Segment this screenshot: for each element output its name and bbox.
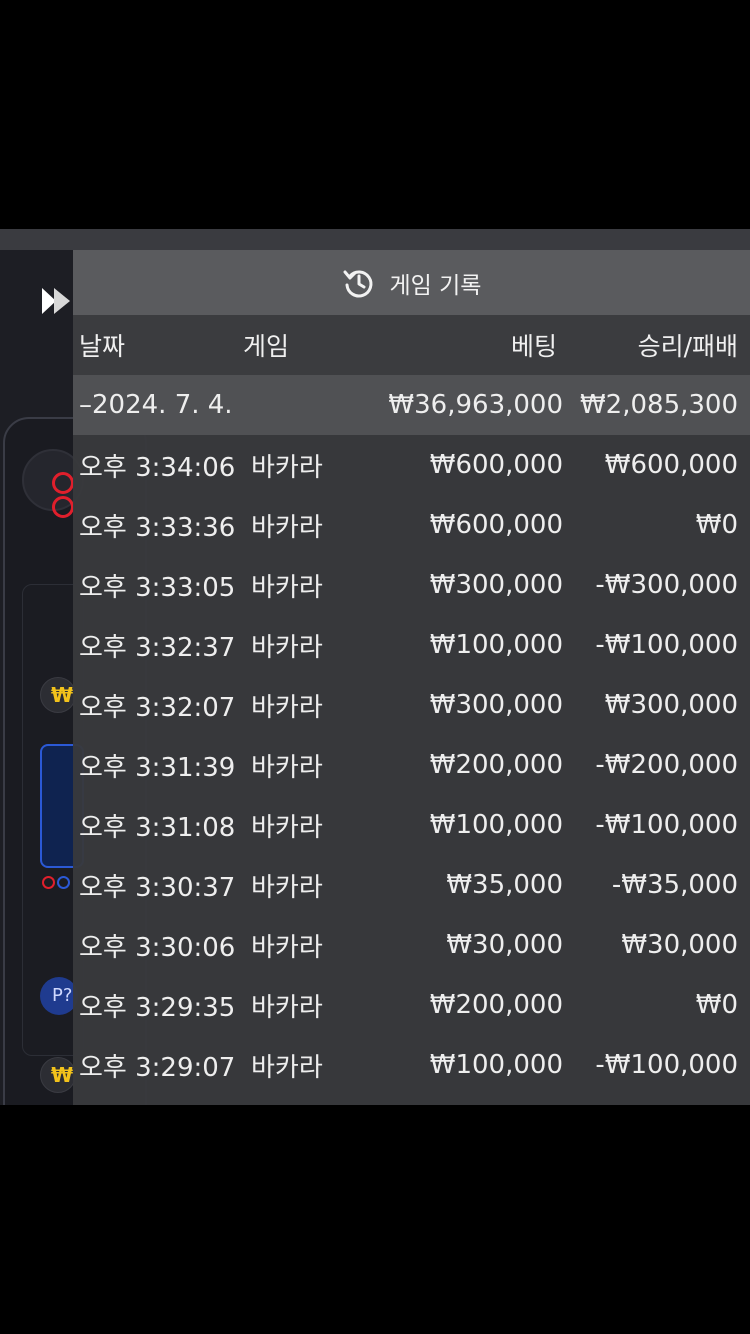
row-game: 바카라 [251,872,323,903]
row-time: 오후 3:29:35 [79,992,236,1023]
summary-bet: ₩36,963,000 [388,390,563,420]
column-header-bet: 베팅 [510,332,557,361]
column-header-date: 날짜 [79,332,126,361]
row-game: 바카라 [251,572,323,603]
row-result: ₩30,000 [621,930,738,960]
row-bet: ₩200,000 [429,750,563,780]
app-logo-icon [42,288,70,314]
coin-icon: ₩ [40,1057,76,1093]
row-result: ₩0 [695,510,738,540]
row-result: ₩600,000 [604,450,738,480]
roadmap-dots-icon [42,874,74,889]
row-bet: ₩100,000 [429,810,563,840]
row-game: 바카라 [251,632,323,663]
table-row[interactable]: 오후 3:32:07 바카라 ₩300,000 ₩300,000 [73,675,750,735]
row-time: 오후 3:32:07 [79,692,236,723]
row-time: 오후 3:30:06 [79,932,236,963]
row-result: -₩300,000 [595,570,738,600]
row-time: 오후 3:33:36 [79,512,236,543]
table-row[interactable]: 오후 3:30:06 바카라 ₩30,000 ₩30,000 [73,915,750,975]
table-row[interactable]: 오후 3:33:05 바카라 ₩300,000 -₩300,000 [73,555,750,615]
row-game: 바카라 [251,992,323,1023]
history-icon [343,270,372,297]
row-result: ₩300,000 [604,690,738,720]
row-time: 오후 3:31:08 [79,812,236,843]
row-bet: ₩200,000 [429,990,563,1020]
row-time: 오후 3:31:39 [79,752,236,783]
row-game: 바카라 [251,512,323,543]
row-bet: ₩35,000 [446,870,563,900]
row-time: 오후 3:30:37 [79,872,236,903]
row-game: 바카라 [251,752,323,783]
row-result: ₩0 [695,990,738,1020]
table-row[interactable]: 오후 3:32:37 바카라 ₩100,000 -₩100,000 [73,615,750,675]
row-game: 바카라 [251,812,323,843]
table-row[interactable]: 오후 3:33:36 바카라 ₩600,000 ₩0 [73,495,750,555]
row-game: 바카라 [251,452,323,483]
row-time: 오후 3:34:06 [79,452,236,483]
row-bet: ₩600,000 [429,510,563,540]
table-row[interactable]: 오후 3:29:07 바카라 ₩100,000 -₩100,000 [73,1035,750,1095]
panel-title: 게임 기록 [389,272,482,299]
summary-date: –2024. 7. 4. [79,390,233,420]
table-row[interactable]: 오후 3:31:08 바카라 ₩100,000 -₩100,000 [73,795,750,855]
row-result: -₩100,000 [595,630,738,660]
top-strip [0,229,750,250]
row-game: 바카라 [251,932,323,963]
table-row[interactable]: 오후 3:29:35 바카라 ₩200,000 ₩0 [73,975,750,1035]
row-time: 오후 3:29:07 [79,1052,236,1083]
row-result: -₩200,000 [595,750,738,780]
panel-header: 게임 기록 [73,250,750,315]
row-bet: ₩30,000 [446,930,563,960]
roadmap-rings-icon [52,472,74,520]
row-game: 바카라 [251,692,323,723]
row-result: -₩100,000 [595,1050,738,1080]
row-result: -₩100,000 [595,810,738,840]
date-summary-row[interactable]: –2024. 7. 4. ₩36,963,000 ₩2,085,300 [73,375,750,435]
row-time: 오후 3:33:05 [79,572,236,603]
row-time: 오후 3:32:37 [79,632,236,663]
row-result: -₩35,000 [611,870,738,900]
row-bet: ₩600,000 [429,450,563,480]
row-bet: ₩100,000 [429,1050,563,1080]
table-row[interactable]: 오후 3:34:06 바카라 ₩600,000 ₩600,000 [73,435,750,495]
coin-icon: ₩ [40,677,76,713]
summary-result: ₩2,085,300 [579,390,738,420]
game-history-panel: 게임 기록 날짜 게임 베팅 승리/패배 –2024. 7. 4. ₩36,96… [73,250,750,1105]
table-row[interactable]: 오후 3:30:37 바카라 ₩35,000 -₩35,000 [73,855,750,915]
row-bet: ₩100,000 [429,630,563,660]
row-bet: ₩300,000 [429,570,563,600]
column-header-game: 게임 [243,332,290,361]
table-row[interactable]: 오후 3:31:39 바카라 ₩200,000 -₩200,000 [73,735,750,795]
row-bet: ₩300,000 [429,690,563,720]
column-header-result: 승리/패배 [637,332,738,361]
row-game: 바카라 [251,1052,323,1083]
column-headers: 날짜 게임 베팅 승리/패배 [73,315,750,375]
